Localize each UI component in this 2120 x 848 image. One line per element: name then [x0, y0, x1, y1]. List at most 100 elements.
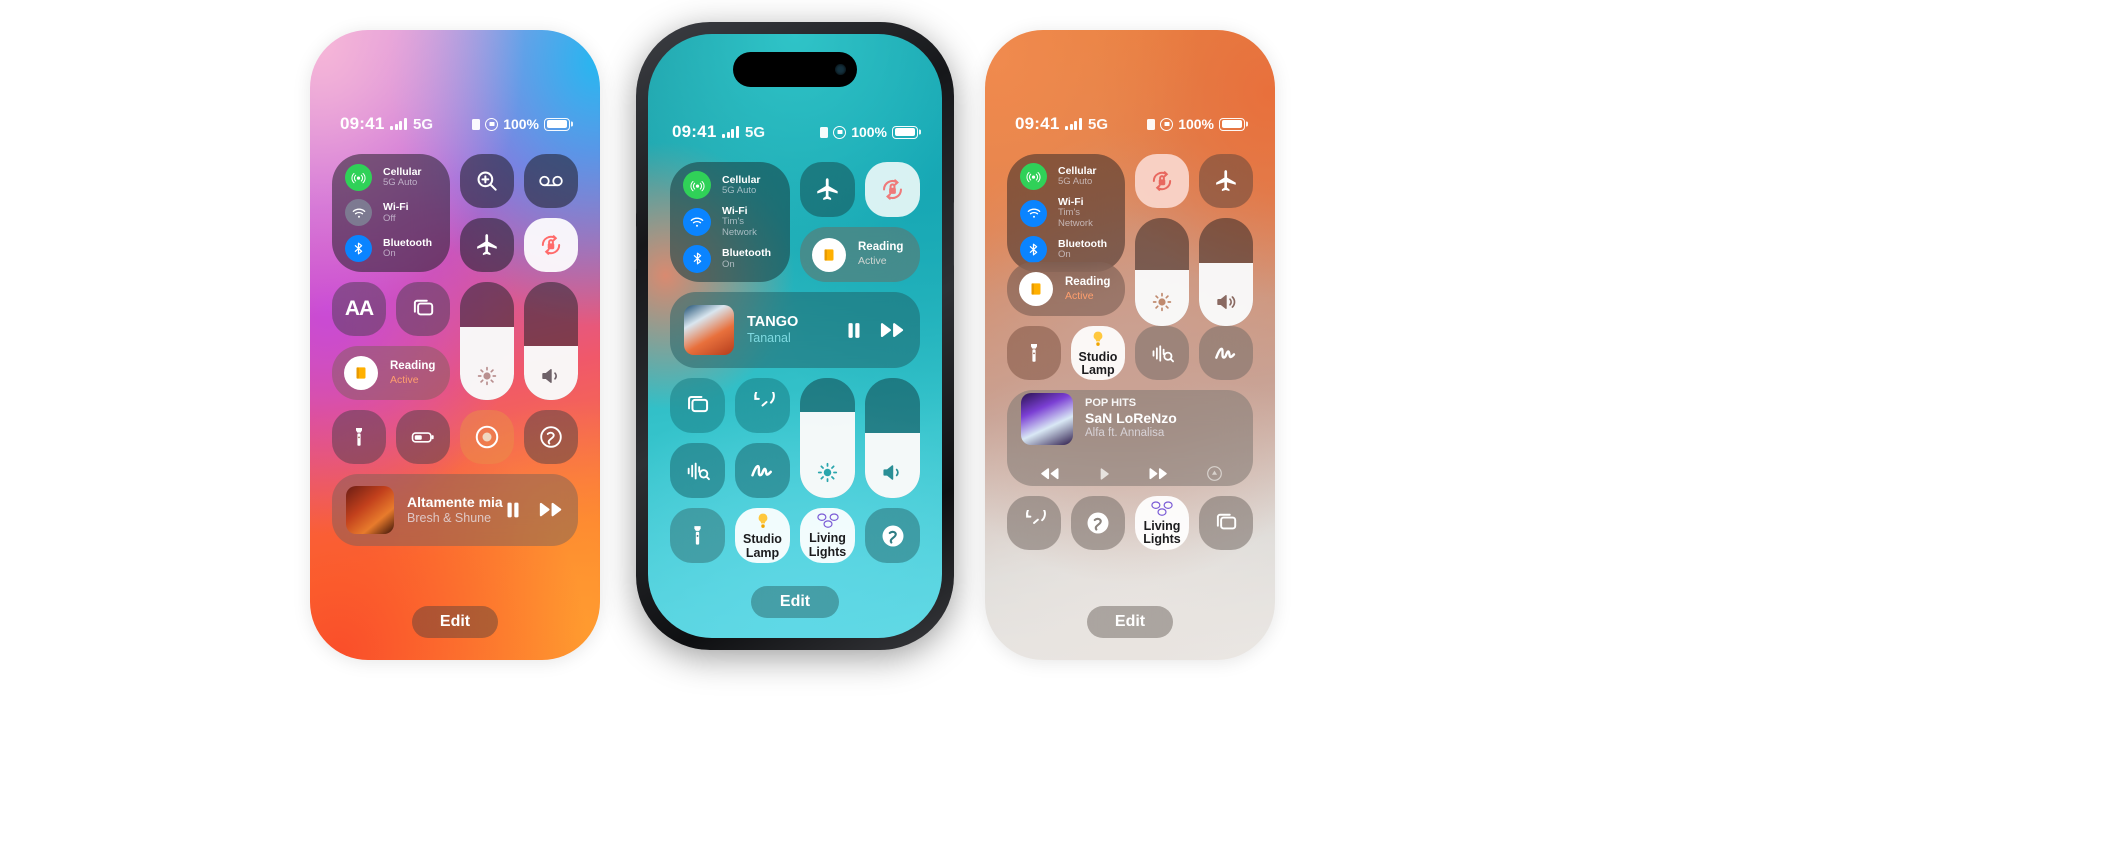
screen-mirroring-button[interactable] — [670, 378, 725, 433]
connectivity-row-cellular[interactable]: Cellular 5G Auto — [332, 164, 450, 192]
edit-label: Edit — [439, 613, 471, 630]
connectivity-row-wifi[interactable]: Wi-Fi Tim's Network — [1007, 196, 1125, 230]
now-playing-card[interactable]: POP HITS SaN LoReNzo Alfa ft. Annalisa — [1007, 390, 1253, 486]
low-power-mode-button[interactable] — [396, 410, 450, 464]
rotation-lock-button[interactable] — [1135, 154, 1189, 208]
next-track-button[interactable] — [1146, 465, 1171, 483]
connectivity-value: On — [383, 247, 396, 259]
battery-percent-label: 100% — [851, 124, 887, 140]
sound-recognition-icon — [475, 425, 499, 449]
shazam-button[interactable] — [524, 410, 578, 464]
wifi-icon — [1020, 199, 1047, 227]
volume-slider[interactable] — [524, 282, 578, 400]
freeform-scribble-button[interactable] — [735, 443, 790, 498]
focus-reading-tile[interactable]: Reading Active — [332, 346, 450, 400]
focus-reading-tile[interactable]: Reading Active — [800, 227, 920, 282]
track-title: SaN LoReNzo — [1085, 410, 1177, 427]
screen-mirroring-button[interactable] — [396, 282, 450, 336]
volume-up-button[interactable] — [636, 170, 637, 214]
connectivity-row-cellular[interactable]: Cellular 5G Auto — [670, 171, 790, 200]
volume-slider[interactable] — [865, 378, 920, 498]
signal-bars-icon — [722, 126, 739, 138]
battery-icon — [1219, 117, 1245, 131]
connectivity-module[interactable]: Cellular 5G Auto Wi-Fi Off Bluetooth On — [332, 154, 450, 272]
next-track-button[interactable] — [538, 498, 564, 522]
power-button[interactable] — [953, 202, 954, 266]
pause-button[interactable] — [843, 318, 865, 343]
connectivity-row-cellular[interactable]: Cellular 5G Auto — [1007, 163, 1125, 191]
phone-left-screen: 09:41 5G 100% Cellular 5G Auto Wi-Fi Off… — [310, 30, 600, 660]
volume-slider[interactable] — [1199, 218, 1253, 326]
rotation-lock-button[interactable] — [524, 218, 578, 272]
cellular-icon — [345, 164, 372, 192]
freeform-scribble-button[interactable] — [1199, 326, 1253, 380]
connectivity-row-bluetooth[interactable]: Bluetooth On — [332, 234, 450, 262]
home-accessory-living-lights[interactable]: Living Lights — [800, 508, 855, 563]
edit-button-center[interactable]: Edit — [751, 586, 839, 618]
rotation-lock-icon — [1160, 117, 1174, 131]
connectivity-row-bluetooth[interactable]: Bluetooth On — [1007, 235, 1125, 263]
brightness-slider[interactable] — [460, 282, 514, 400]
screen-mirroring-button[interactable] — [1199, 496, 1253, 550]
airplane-mode-button[interactable] — [800, 162, 855, 217]
sound-recognition-icon — [687, 462, 710, 480]
voicemail-button[interactable] — [524, 154, 578, 208]
airplane-mode-button[interactable] — [460, 218, 514, 272]
shazam-button[interactable] — [865, 508, 920, 563]
volume-down-button[interactable] — [636, 226, 637, 270]
rotation-lock-icon — [833, 125, 847, 139]
dynamic-island — [733, 52, 857, 87]
reading-focus-icon — [812, 237, 846, 272]
flashlight-icon — [356, 428, 362, 446]
rotation-lock-button[interactable] — [865, 162, 920, 217]
signal-bars-icon — [1065, 118, 1082, 130]
previous-track-button[interactable] — [1037, 465, 1062, 483]
sound-recognition-button[interactable] — [1135, 326, 1189, 380]
flashlight-button[interactable] — [332, 410, 386, 464]
timer-button[interactable] — [1007, 496, 1061, 550]
flashlight-button[interactable] — [670, 508, 725, 563]
home-accessory-studio-lamp[interactable]: Studio Lamp — [1071, 326, 1125, 380]
bluetooth-icon — [683, 244, 711, 273]
track-title: Altamente mia — [407, 494, 503, 511]
brightness-icon — [1152, 292, 1172, 312]
phone-left: 09:41 5G 100% Cellular 5G Auto Wi-Fi Off… — [310, 30, 600, 660]
connectivity-row-wifi[interactable]: Wi-Fi Off — [332, 199, 450, 227]
zoom-magnifier-button[interactable] — [460, 154, 514, 208]
home-accessory-living-lights[interactable]: Living Lights — [1135, 496, 1189, 550]
brightness-slider[interactable] — [800, 378, 855, 498]
edit-button-left[interactable]: Edit — [412, 606, 498, 638]
airplay-button[interactable] — [1205, 464, 1224, 483]
flashlight-icon — [1031, 344, 1037, 362]
timer-button[interactable] — [735, 378, 790, 433]
edit-button-right[interactable]: Edit — [1087, 606, 1173, 638]
shazam-button[interactable] — [1071, 496, 1125, 550]
focus-title: Reading — [858, 241, 904, 254]
brightness-slider[interactable] — [1135, 218, 1189, 326]
next-track-button[interactable] — [879, 318, 906, 343]
track-artist: Bresh & Shune — [407, 510, 492, 525]
focus-reading-tile[interactable]: Reading Active — [1007, 262, 1125, 316]
connectivity-module[interactable]: Cellular 5G Auto Wi-Fi Tim's Network Blu… — [670, 162, 790, 282]
cellular-icon — [683, 171, 711, 200]
shazam-icon — [882, 525, 903, 546]
pause-button[interactable] — [502, 498, 524, 522]
sound-recognition-button[interactable] — [670, 443, 725, 498]
connectivity-row-wifi[interactable]: Wi-Fi Tim's Network — [670, 205, 790, 239]
freeform-scribble-icon — [1214, 347, 1235, 359]
connectivity-row-bluetooth[interactable]: Bluetooth On — [670, 244, 790, 273]
control-center-left: Cellular 5G Auto Wi-Fi Off Bluetooth On … — [332, 154, 578, 546]
flashlight-button[interactable] — [1007, 326, 1061, 380]
connectivity-module[interactable]: Cellular 5G Auto Wi-Fi Tim's Network Blu… — [1007, 154, 1125, 272]
now-playing-card[interactable]: Altamente mia Bresh & Shune — [332, 474, 578, 546]
focus-status: Active — [1065, 289, 1094, 302]
airplane-mode-button[interactable] — [1199, 154, 1253, 208]
battery-percent-label: 100% — [1178, 116, 1214, 132]
play-button[interactable] — [1096, 465, 1112, 483]
battery-icon — [892, 125, 918, 139]
now-playing-card[interactable]: TANGO Tananal — [670, 292, 920, 368]
home-accessory-studio-lamp[interactable]: Studio Lamp — [735, 508, 790, 563]
timer-icon — [754, 392, 775, 407]
text-size-button[interactable]: AA — [332, 282, 386, 336]
sound-recognition-button[interactable] — [460, 410, 514, 464]
